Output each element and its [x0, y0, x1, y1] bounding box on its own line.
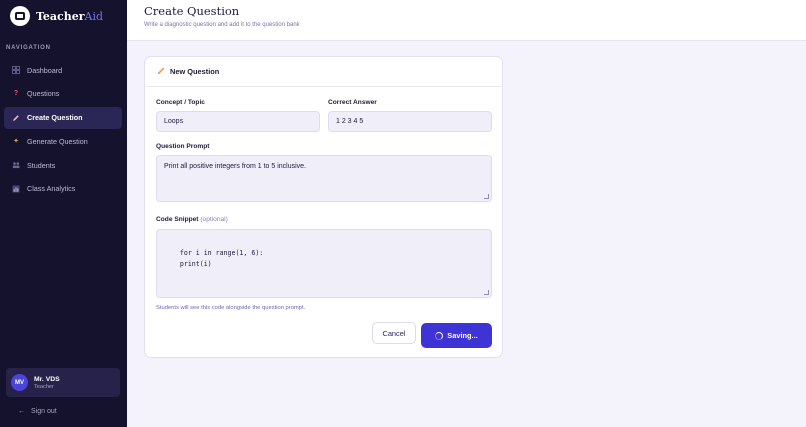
correct-answer-input[interactable]: 1 2 3 4 5 [328, 111, 492, 132]
sidebar-item-students[interactable]: Students [4, 154, 122, 176]
sidebar-nav: Dashboard ? Questions Create Question ✦ … [4, 59, 122, 202]
sidebar-item-label: Class Analytics [27, 184, 76, 194]
page-header: Create Question Write a diagnostic quest… [127, 0, 806, 41]
chart-icon [12, 185, 20, 193]
sidebar-item-label: Create Question [27, 113, 83, 123]
resize-handle-icon[interactable] [484, 194, 489, 199]
sign-out-label: Sign out [31, 408, 57, 415]
optional-tag: (optional) [200, 216, 228, 223]
cancel-button[interactable]: Cancel [372, 322, 416, 344]
resize-handle-icon[interactable] [484, 290, 489, 295]
question-icon: ? [13, 90, 19, 98]
user-role: Teacher [34, 383, 54, 390]
snippet-label-text: Code Snippet [156, 216, 199, 223]
save-button[interactable]: Saving... [421, 323, 492, 348]
user-card[interactable]: MV Mr. VDS Teacher [6, 368, 120, 397]
pencil-icon [157, 66, 166, 77]
page-title: Create Question [144, 4, 240, 18]
brand[interactable]: TeacherAid [10, 6, 103, 26]
new-question-card: New Question Concept / Topic Loops Corre… [144, 56, 503, 358]
user-name: Mr. VDS [34, 375, 60, 383]
sidebar-item-dashboard[interactable]: Dashboard [4, 59, 122, 81]
answer-label: Correct Answer [328, 99, 377, 106]
prompt-value: Print all positive integers from 1 to 5 … [164, 163, 307, 170]
pencil-icon [12, 114, 20, 122]
card-header: New Question [145, 57, 502, 87]
sparkles-icon: ✦ [13, 138, 19, 146]
concept-label: Concept / Topic [156, 99, 205, 106]
nav-heading: NAVIGATION [6, 45, 51, 51]
question-prompt-textarea[interactable]: Print all positive integers from 1 to 5 … [156, 155, 492, 202]
brand-name: TeacherAid [36, 10, 103, 23]
concept-input[interactable]: Loops [156, 111, 320, 132]
avatar: MV [11, 374, 28, 391]
snippet-label: Code Snippet (optional) [156, 216, 228, 223]
sidebar-item-class-analytics[interactable]: Class Analytics [4, 178, 122, 200]
card-title: New Question [170, 67, 220, 76]
save-button-label: Saving... [447, 331, 478, 340]
sidebar-item-questions[interactable]: ? Questions [4, 83, 122, 105]
brand-name-accent: Aid [84, 9, 104, 23]
sidebar-item-label: Students [27, 160, 56, 170]
sidebar-item-generate-question[interactable]: ✦ Generate Question [4, 130, 122, 152]
arrow-left-icon: ← [18, 408, 25, 415]
sidebar-item-label: Questions [27, 89, 60, 99]
sign-out-link[interactable]: ← Sign out [18, 408, 57, 415]
concept-value: Loops [164, 118, 184, 125]
code-snippet-textarea[interactable]: for i in range(1, 6): print(i) [156, 229, 492, 298]
prompt-label: Question Prompt [156, 143, 210, 150]
brand-logo-icon [10, 6, 30, 26]
users-icon [12, 161, 20, 169]
sidebar-item-label: Dashboard [27, 65, 63, 75]
snippet-value: for i in range(1, 6): print(i) [179, 249, 264, 268]
grid-icon [12, 66, 20, 74]
user-info: Mr. VDS Teacher [34, 376, 60, 390]
brand-name-main: Teacher [36, 9, 85, 23]
sidebar-item-label: Generate Question [27, 136, 88, 146]
page-subtitle: Write a diagnostic question and add it t… [144, 22, 300, 28]
answer-value: 1 2 3 4 5 [336, 118, 364, 125]
snippet-hint: Students will see this code alongside th… [156, 305, 306, 311]
sidebar-item-create-question[interactable]: Create Question [4, 106, 122, 129]
spinner-icon [435, 331, 444, 340]
sidebar: TeacherAid NAVIGATION Dashboard ? Questi… [0, 0, 127, 427]
